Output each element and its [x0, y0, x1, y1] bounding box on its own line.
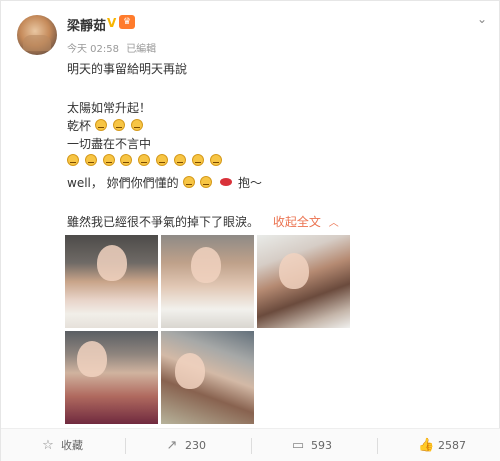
- post-photo[interactable]: [161, 331, 254, 424]
- comment-button[interactable]: ▭ 593: [291, 429, 332, 461]
- avatar[interactable]: [17, 15, 57, 55]
- emoji-group: [94, 119, 145, 133]
- divider: [251, 438, 252, 454]
- smile-emoji-icon: [102, 154, 115, 166]
- divider: [377, 438, 378, 454]
- post-time[interactable]: 今天 02:58: [67, 44, 119, 55]
- username[interactable]: 梁靜茹: [67, 15, 106, 34]
- smile-emoji-icon: [200, 176, 213, 188]
- grin-emoji-icon: [94, 119, 107, 131]
- crown-badge-icon: ♛: [119, 15, 135, 29]
- verified-badge-icon: V: [107, 16, 117, 30]
- post-line-5-text: well， 妳們你們懂的: [67, 176, 179, 190]
- post-photo[interactable]: [257, 235, 350, 328]
- chevron-down-icon[interactable]: ⌄: [477, 13, 489, 25]
- favorite-label: 收藏: [61, 439, 83, 452]
- photo-subject: [175, 353, 205, 389]
- post-line-6: 雖然我已經很不爭氣的掉下了眼淚。 收起全文 ︿: [67, 213, 339, 230]
- post-line-1: 明天的事留給明天再說: [67, 62, 188, 76]
- post-line-3-text: 乾杯: [67, 119, 92, 133]
- smile-emoji-icon: [84, 154, 97, 166]
- post-line-5-tail: 抱～: [238, 176, 263, 190]
- grin-emoji-icon: [112, 119, 125, 131]
- post-line-2: 太陽如常升起！: [67, 101, 152, 115]
- photo-subject: [191, 247, 221, 283]
- photo-subject: [97, 245, 127, 281]
- like-count: 2587: [438, 439, 466, 452]
- thumbs-up-icon: 👍: [418, 438, 435, 453]
- repost-count: 230: [185, 439, 206, 452]
- post-meta: 今天 02:58 已編輯: [67, 40, 160, 55]
- collapse-text-link[interactable]: 收起全文: [273, 215, 321, 229]
- wink-emoji-icon: [182, 176, 195, 188]
- post-photo[interactable]: [65, 331, 158, 424]
- emoji-row: [67, 154, 224, 168]
- favorite-button[interactable]: ☆ 收藏: [41, 429, 83, 461]
- weibo-post-card: 梁靜茹 V ♛ 今天 02:58 已編輯 ⌄ 明天的事留給明天再說 太陽如常升起…: [0, 0, 500, 461]
- post-line-4: 一切盡在不言中: [67, 137, 152, 151]
- comment-count: 593: [311, 439, 332, 452]
- smile-emoji-icon: [156, 154, 169, 166]
- post-photo[interactable]: [161, 235, 254, 328]
- smile-emoji-icon: [209, 154, 222, 166]
- divider: [125, 438, 126, 454]
- smile-emoji-icon: [173, 154, 186, 166]
- smile-emoji-icon: [67, 154, 79, 166]
- grin-emoji-icon: [130, 119, 143, 131]
- post-line-5: well， 妳們你們懂的 抱～: [67, 174, 262, 191]
- post-photo[interactable]: [65, 235, 158, 328]
- post-line-6-text: 雖然我已經很不爭氣的掉下了眼淚。: [67, 215, 260, 229]
- post-line-3: 乾杯: [67, 117, 145, 134]
- lips-emoji-icon: [220, 178, 233, 186]
- photo-subject: [279, 253, 309, 289]
- share-icon: ↗: [166, 438, 178, 453]
- like-button[interactable]: 👍 2587: [418, 429, 466, 461]
- repost-button[interactable]: ↗ 230: [165, 429, 206, 461]
- action-bar: ☆ 收藏 ↗ 230 ▭ 593 👍 2587: [1, 428, 500, 461]
- smile-emoji-icon: [138, 154, 151, 166]
- smile-emoji-icon: [120, 154, 133, 166]
- smile-emoji-icon: [191, 154, 204, 166]
- chevron-up-icon[interactable]: ︿: [329, 218, 339, 229]
- edited-label: 已編輯: [126, 44, 157, 55]
- photo-subject: [77, 341, 107, 377]
- comment-icon: ▭: [291, 438, 305, 453]
- star-icon: ☆: [42, 438, 54, 453]
